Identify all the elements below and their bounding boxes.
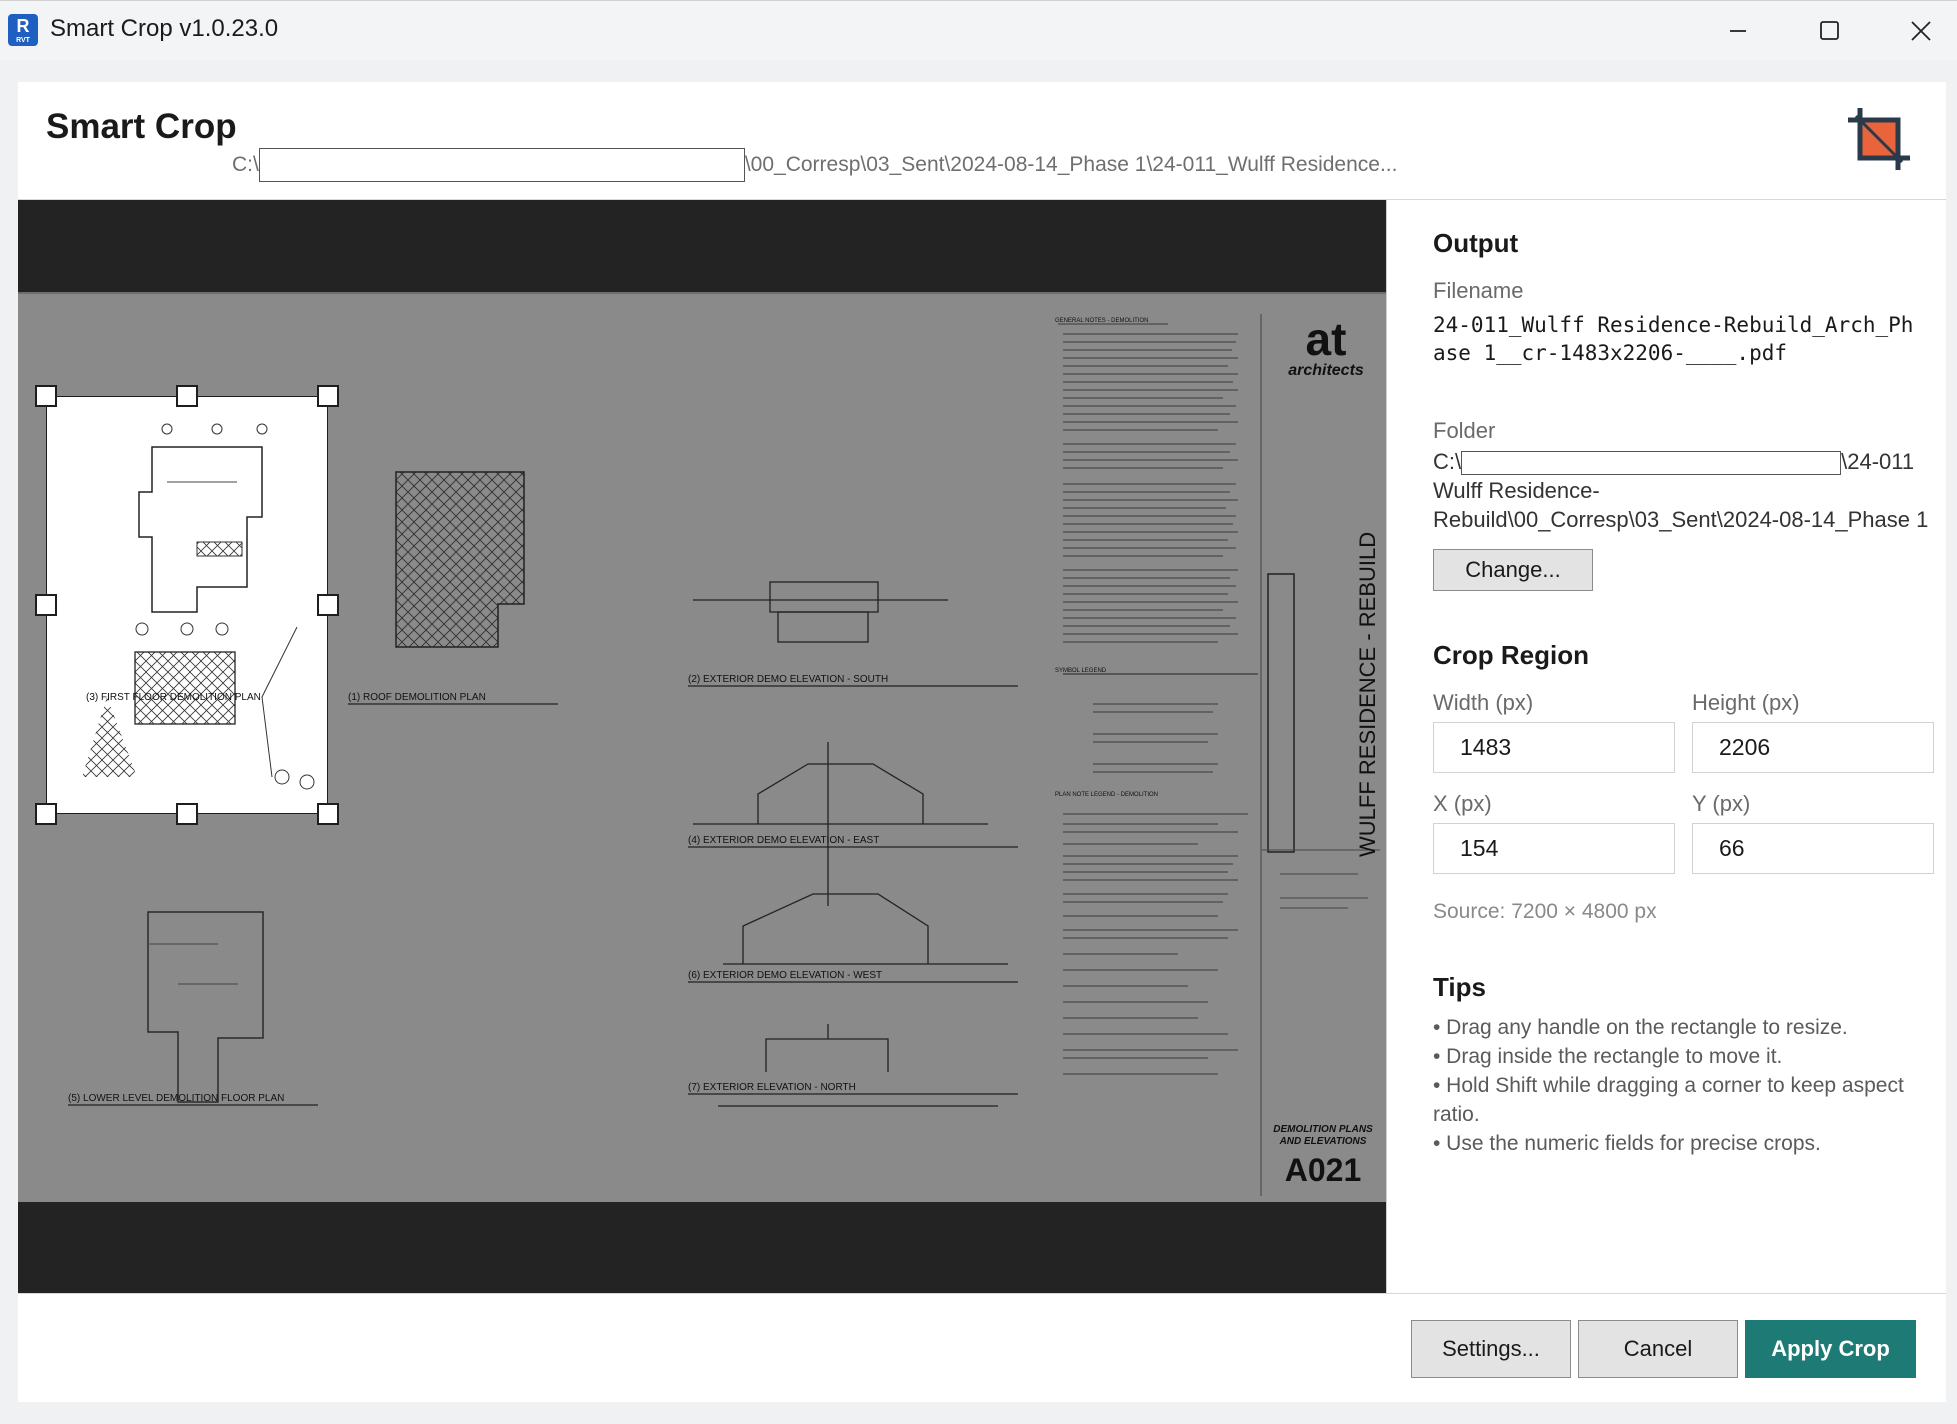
minimize-icon bbox=[1730, 30, 1746, 32]
apply-crop-button[interactable]: Apply Crop bbox=[1745, 1320, 1916, 1378]
crop-region-section-title: Crop Region bbox=[1433, 640, 1589, 670]
maximize-icon bbox=[1820, 21, 1839, 40]
crop-handle-top-left[interactable] bbox=[35, 385, 57, 407]
output-filename: 24-011_Wulff Residence-Rebuild_Arch_Phas… bbox=[1433, 313, 1914, 365]
x-input[interactable]: 154 bbox=[1433, 823, 1675, 874]
firm-logo-name: architects bbox=[1288, 362, 1364, 379]
output-section-title: Output bbox=[1433, 228, 1519, 258]
settings-button[interactable]: Settings... bbox=[1411, 1320, 1571, 1378]
sheet-title: DEMOLITION PLANS AND ELEVATIONS bbox=[1268, 1124, 1378, 1148]
tip-item: • Drag any handle on the rectangle to re… bbox=[1433, 1016, 1848, 1039]
crop-icon bbox=[1848, 108, 1910, 170]
crop-preview-canvas[interactable]: at architects WULFF RESIDENCE - REBUILD … bbox=[18, 200, 1386, 1293]
drawing-sheet: at architects WULFF RESIDENCE - REBUILD … bbox=[18, 292, 1386, 1202]
view-label-north: (7) EXTERIOR ELEVATION - NORTH bbox=[688, 1082, 856, 1093]
page-title: Smart Crop bbox=[46, 107, 237, 146]
title-bar: R RVT Smart Crop v1.0.23.0 bbox=[0, 0, 1957, 60]
view-label-south: (2) EXTERIOR DEMO ELEVATION - SOUTH bbox=[688, 674, 889, 685]
view-label-roof: (1) ROOF DEMOLITION PLAN bbox=[348, 692, 486, 703]
app-icon-letter: R bbox=[16, 16, 30, 36]
y-label: Y (px) bbox=[1692, 791, 1751, 816]
crop-handle-left[interactable] bbox=[35, 594, 57, 616]
crop-handle-right[interactable] bbox=[317, 594, 339, 616]
source-path-suffix: \00_Corresp\03_Sent\2024-08-14_Phase 1\2… bbox=[744, 153, 1398, 176]
folder-prefix: C:\ bbox=[1433, 449, 1462, 474]
folder-suffix: \24-011 bbox=[1841, 449, 1915, 474]
minimize-button[interactable] bbox=[1718, 11, 1758, 51]
project-name-vertical: WULFF RESIDENCE - REBUILD bbox=[1355, 531, 1380, 857]
change-folder-button[interactable]: Change... bbox=[1433, 549, 1593, 591]
output-folder: C:\ \24-011 Wulff Residence-Rebuild\00_Co… bbox=[1433, 447, 1933, 534]
sheet-title-line2: AND ELEVATIONS bbox=[1279, 1136, 1367, 1147]
tips-list: • Drag any handle on the rectangle to re… bbox=[1433, 1013, 1943, 1158]
tip-item: • Drag inside the rectangle to move it. bbox=[1433, 1045, 1783, 1068]
view-label-east: (4) EXTERIOR DEMO ELEVATION - EAST bbox=[688, 835, 880, 846]
dialog-body: Smart Crop C:\ \00_Corresp\03_Sent\2024-0… bbox=[18, 82, 1946, 1402]
settings-panel: Output Filename 24-011_Wulff Residence-R… bbox=[1386, 200, 1946, 1293]
filename-label: Filename bbox=[1433, 278, 1524, 303]
tip-item: • Use the numeric fields for precise cro… bbox=[1433, 1132, 1821, 1155]
firm-logo-mark: at bbox=[1305, 313, 1347, 365]
view-label-lower-level: (5) LOWER LEVEL DEMOLITION FLOOR PLAN bbox=[68, 1093, 285, 1104]
footer-divider bbox=[18, 1293, 1946, 1294]
notes-header-plan-notes: PLAN NOTE LEGEND - DEMOLITION bbox=[1055, 792, 1159, 798]
view-label-first-floor: (3) FIRST FLOOR DEMOLITION PLAN bbox=[86, 692, 261, 703]
crop-handle-bottom-right[interactable] bbox=[317, 803, 339, 825]
source-dimensions: Source: 7200 × 4800 px bbox=[1433, 900, 1657, 923]
tips-section-title: Tips bbox=[1433, 972, 1486, 1002]
height-label: Height (px) bbox=[1692, 690, 1800, 715]
view-label-west: (6) EXTERIOR DEMO ELEVATION - WEST bbox=[688, 970, 883, 981]
folder-label: Folder bbox=[1433, 418, 1496, 443]
close-button[interactable] bbox=[1901, 11, 1941, 51]
notes-header-symbols: SYMBOL LEGEND bbox=[1055, 668, 1107, 674]
y-input[interactable]: 66 bbox=[1692, 823, 1934, 874]
source-path-prefix: C:\ bbox=[232, 153, 259, 176]
width-input[interactable]: 1483 bbox=[1433, 722, 1675, 773]
crop-handle-bottom[interactable] bbox=[176, 803, 198, 825]
crop-handle-top[interactable] bbox=[176, 385, 198, 407]
source-path: C:\ \00_Corresp\03_Sent\2024-08-14_Phase … bbox=[232, 148, 1397, 184]
height-input[interactable]: 2206 bbox=[1692, 722, 1934, 773]
crop-handle-top-right[interactable] bbox=[317, 385, 339, 407]
sheet-number: A021 bbox=[1284, 1152, 1362, 1188]
crop-rectangle[interactable] bbox=[46, 396, 328, 814]
app-icon-sub: RVT bbox=[16, 37, 30, 44]
redacted-path-segment bbox=[258, 148, 745, 182]
folder-rest: Wulff Residence-Rebuild\00_Corresp\03_Se… bbox=[1433, 478, 1929, 532]
maximize-button[interactable] bbox=[1809, 11, 1849, 51]
tip-item: • Hold Shift while dragging a corner to … bbox=[1433, 1074, 1904, 1126]
window-title: Smart Crop v1.0.23.0 bbox=[50, 15, 279, 42]
cancel-button[interactable]: Cancel bbox=[1578, 1320, 1738, 1378]
sheet-title-line1: DEMOLITION PLANS bbox=[1273, 1124, 1373, 1135]
revit-app-icon: R RVT bbox=[8, 14, 38, 46]
firm-logo: at architects bbox=[1276, 316, 1376, 380]
width-label: Width (px) bbox=[1433, 690, 1534, 715]
crop-handle-bottom-left[interactable] bbox=[35, 803, 57, 825]
x-label: X (px) bbox=[1433, 791, 1492, 816]
redacted-folder-segment bbox=[1461, 451, 1842, 476]
crop-region-linework bbox=[82, 423, 315, 790]
notes-header-general: GENERAL NOTES - DEMOLITION bbox=[1055, 318, 1149, 324]
close-icon bbox=[1911, 21, 1931, 41]
